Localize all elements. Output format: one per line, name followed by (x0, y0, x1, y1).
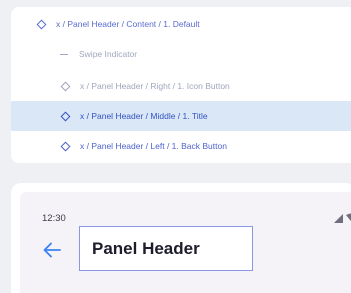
status-bar-icons (334, 213, 351, 223)
layer-row-swipe-indicator[interactable]: Swipe Indicator (11, 39, 351, 69)
layers-panel: x / Panel Header / Content / 1. Default … (11, 7, 351, 163)
title-selection-box[interactable]: Panel Header (79, 226, 253, 271)
diamond-component-icon (60, 81, 71, 91)
layer-label: Swipe Indicator (79, 49, 138, 59)
dash-icon (60, 53, 68, 55)
layer-row-middle-title[interactable]: x / Panel Header / Middle / 1. Title (11, 101, 351, 131)
arrow-left-icon[interactable] (42, 241, 62, 259)
layer-row-right-icon-button[interactable]: x / Panel Header / Right / 1. Icon Butto… (11, 71, 351, 101)
layer-label: x / Panel Header / Left / 1. Back Button (80, 141, 227, 151)
page-title: Panel Header (92, 238, 200, 258)
layer-label: x / Panel Header / Content / 1. Default (56, 19, 200, 29)
diamond-component-icon (36, 19, 47, 29)
layer-label: x / Panel Header / Right / 1. Icon Butto… (80, 81, 230, 91)
diamond-component-icon (60, 141, 71, 151)
layer-row-left-back-button[interactable]: x / Panel Header / Left / 1. Back Button (11, 131, 351, 161)
signal-icon (334, 214, 343, 223)
status-bar-time: 12:30 (42, 213, 66, 224)
layer-label: x / Panel Header / Middle / 1. Title (80, 111, 208, 121)
diamond-component-icon (60, 111, 71, 121)
layer-row-content-default[interactable]: x / Panel Header / Content / 1. Default (11, 9, 351, 39)
wifi-icon (346, 213, 351, 222)
